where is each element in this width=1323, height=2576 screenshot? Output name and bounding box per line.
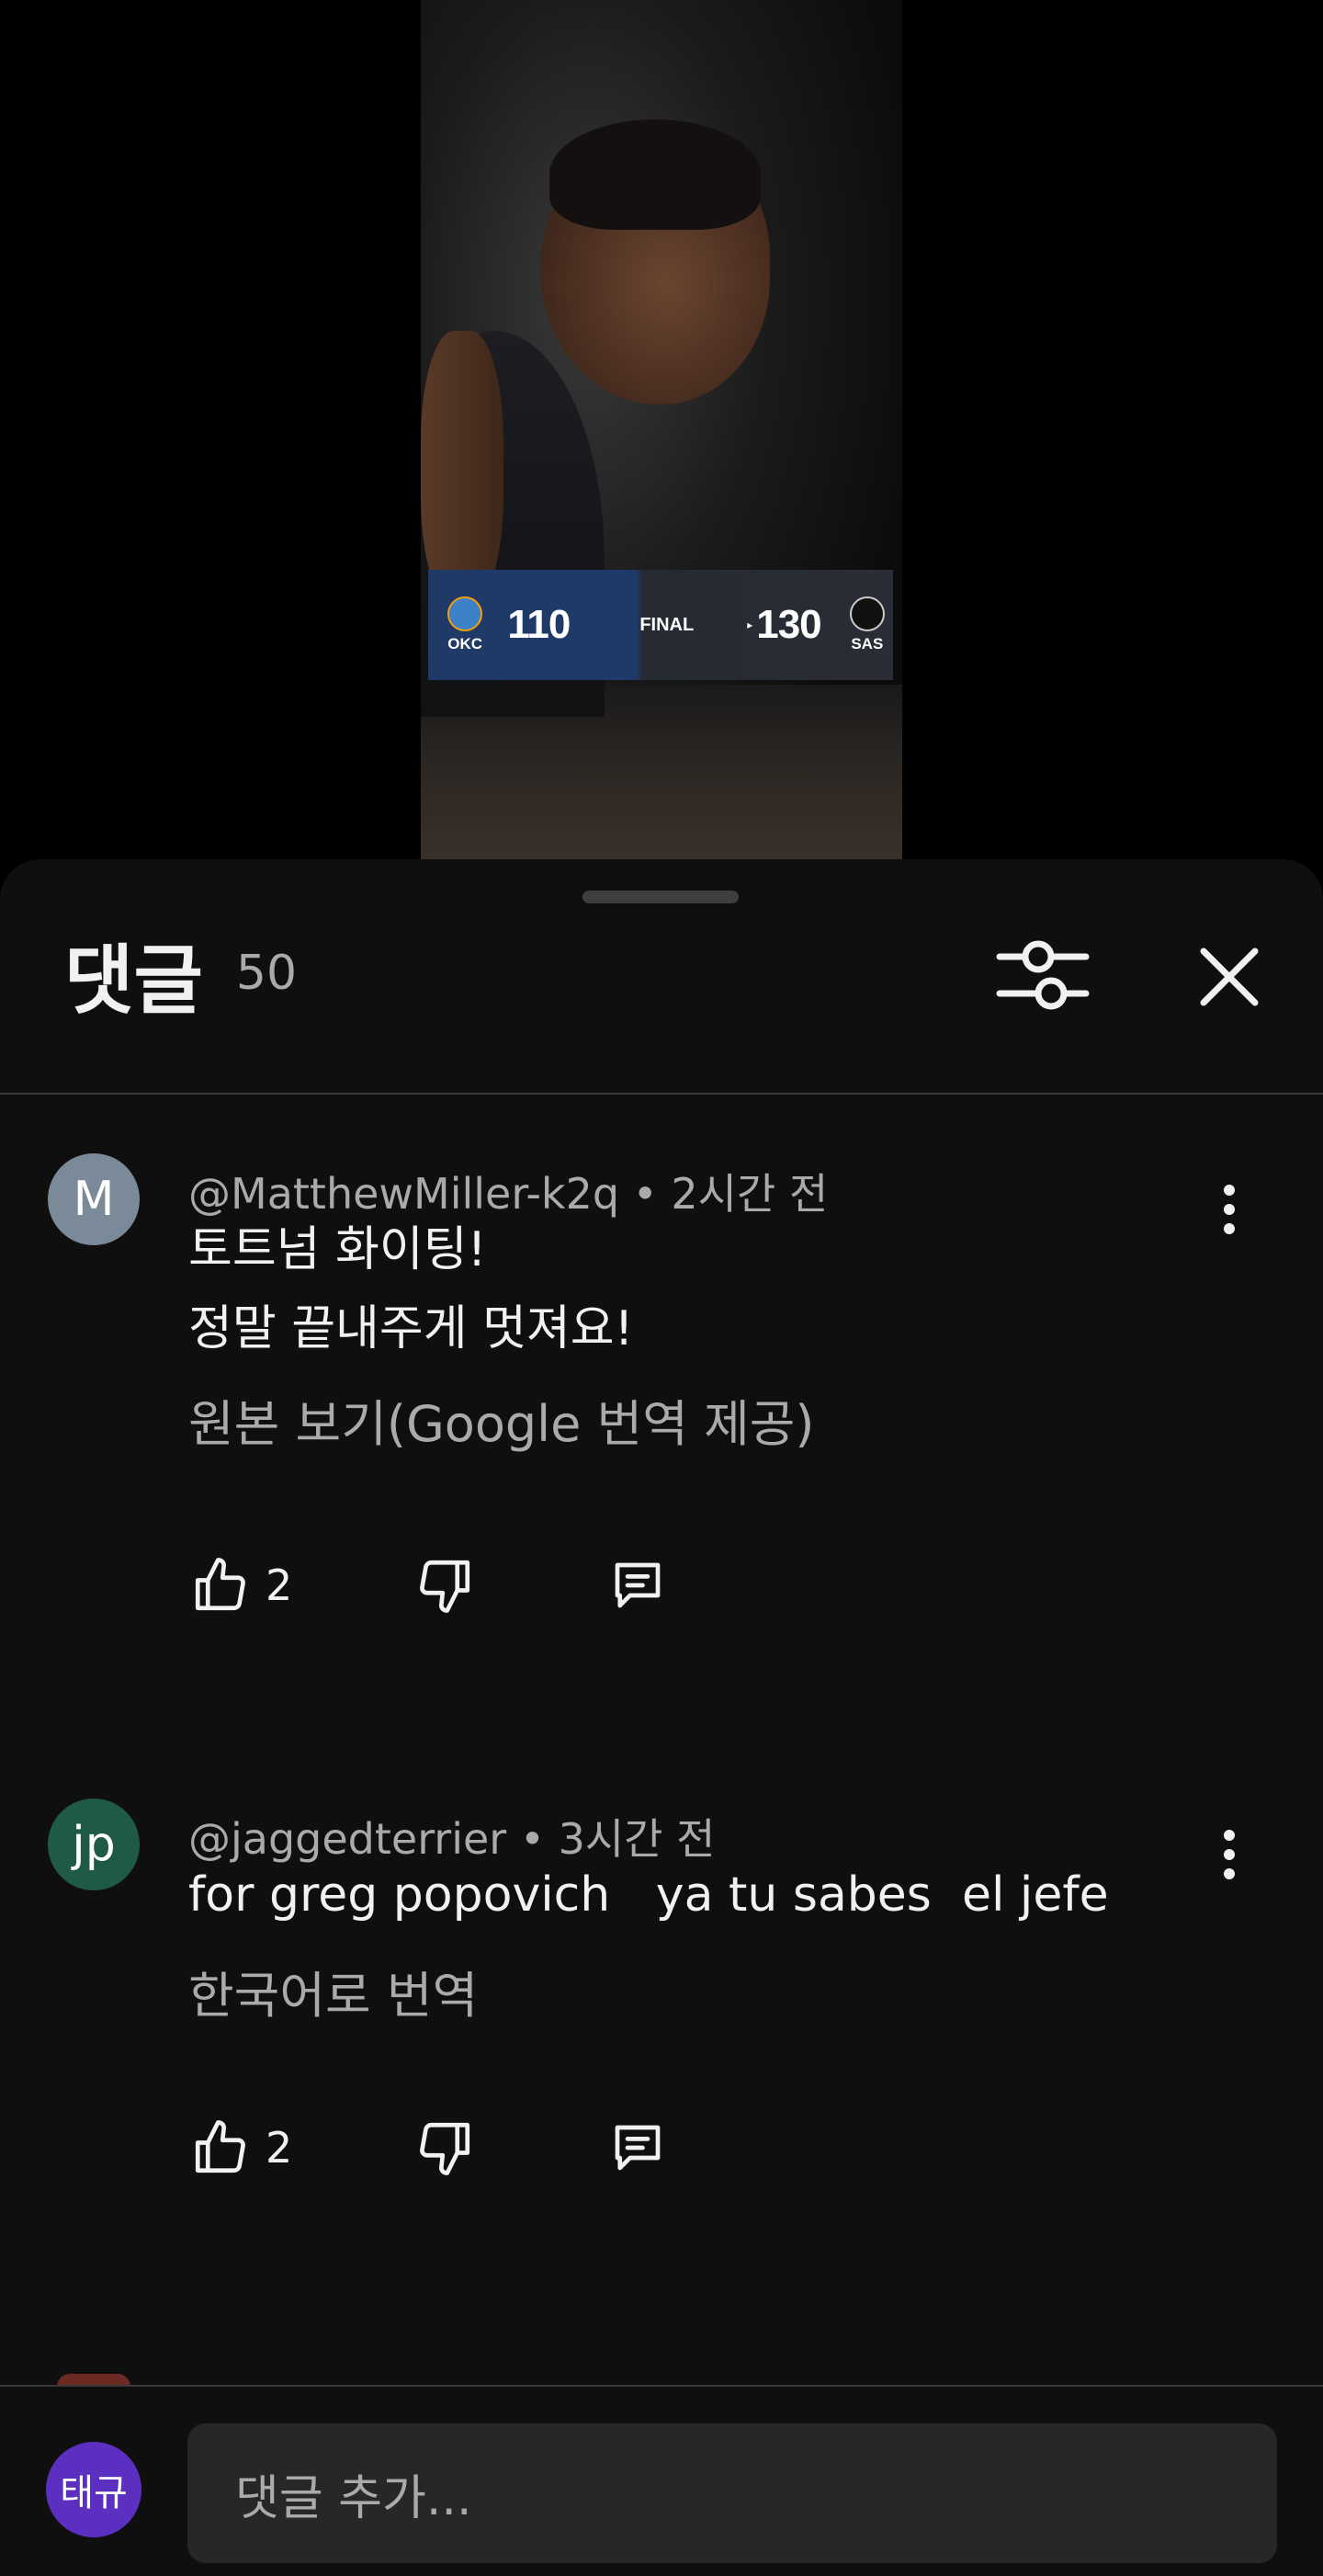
- more-options-button[interactable]: [1199, 1824, 1260, 1885]
- scoreboard: OKC 110 FINAL ▸ 130 SAS: [428, 570, 893, 680]
- avatar-letter: jp: [72, 1817, 116, 1872]
- translation-toggle[interactable]: 한국어로 번역: [188, 1955, 478, 2027]
- avatar-letter: M: [73, 1172, 115, 1227]
- away-abbr: OKC: [447, 635, 483, 653]
- video-player-arm: [421, 331, 503, 607]
- close-icon: [1200, 948, 1259, 1006]
- away-score: 110: [507, 602, 571, 647]
- add-comment-input[interactable]: 댓글 추가...: [187, 2423, 1277, 2563]
- comment-composer: 태규 댓글 추가...: [0, 2387, 1323, 2576]
- reply-button[interactable]: [605, 2116, 670, 2180]
- video-player-hair: [549, 119, 761, 230]
- sliders-icon: [996, 940, 1090, 1010]
- comments-header: 댓글 50: [0, 914, 1323, 1032]
- add-comment-placeholder: 댓글 추가...: [235, 2470, 472, 2526]
- reply-icon: [615, 2125, 661, 2171]
- home-team: SAS: [842, 596, 893, 653]
- dislike-button[interactable]: [413, 1553, 477, 1617]
- like-button[interactable]: [188, 1553, 253, 1617]
- thumbs-up-icon: [195, 1558, 245, 1611]
- close-button[interactable]: [1185, 933, 1273, 1021]
- comment-time: • 2시간 전: [632, 1169, 829, 1219]
- thumbs-down-icon: [420, 1560, 470, 1613]
- comments-count: 50: [235, 946, 298, 1001]
- comment-item: jp @jaggedterrier • 3시간 전 for greg popov…: [0, 1799, 1323, 2332]
- screen: OKC 110 FINAL ▸ 130 SAS 댓글 50 M @Matthew…: [0, 0, 1323, 2576]
- like-count: 2: [266, 2123, 293, 2173]
- more-vertical-icon: [1224, 1830, 1235, 1879]
- away-team: OKC: [439, 596, 491, 653]
- thumbs-up-icon: [195, 2120, 245, 2173]
- thumbs-down-icon: [420, 2122, 470, 2175]
- okc-logo-icon: [447, 596, 483, 631]
- user-avatar-text: 태규: [60, 2472, 128, 2514]
- spurs-logo-icon: [849, 596, 885, 631]
- sort-filter-button[interactable]: [992, 933, 1093, 1016]
- header-divider: [0, 1093, 1323, 1095]
- comment-actions: 2: [188, 2111, 670, 2184]
- reply-button[interactable]: [605, 1553, 670, 1617]
- home-abbr: SAS: [851, 635, 884, 653]
- user-avatar[interactable]: 태규: [46, 2442, 141, 2537]
- comment-actions: 2: [188, 1549, 670, 1622]
- game-status: FINAL: [639, 614, 695, 635]
- comment-text: 토트넘 화이팅! 정말 끝내주게 멋져요!: [188, 1222, 634, 1356]
- avatar[interactable]: jp: [48, 1799, 140, 1890]
- home-score: 130: [756, 602, 821, 647]
- drag-handle[interactable]: [582, 891, 739, 903]
- possession-arrow-icon: ▸: [747, 618, 753, 631]
- avatar[interactable]: M: [48, 1153, 140, 1245]
- like-count: 2: [266, 1560, 293, 1610]
- dislike-button[interactable]: [413, 2116, 477, 2180]
- like-button[interactable]: [188, 2116, 253, 2180]
- comment-text: for greg popovich ya tu sabes el jefe: [188, 1867, 1109, 1923]
- reply-icon: [615, 1562, 661, 1608]
- comments-sheet: 댓글 50 M @MatthewMiller-k2q • 2시간 전 토트넘 화…: [0, 859, 1323, 2576]
- video-player[interactable]: [421, 0, 902, 859]
- comments-title: 댓글: [64, 936, 203, 1025]
- comment-item: M @MatthewMiller-k2q • 2시간 전 토트넘 화이팅! 정말…: [0, 1153, 1323, 1723]
- more-vertical-icon: [1224, 1185, 1235, 1234]
- translation-toggle[interactable]: 원본 보기(Google 번역 제공): [188, 1383, 815, 1456]
- more-options-button[interactable]: [1199, 1179, 1260, 1240]
